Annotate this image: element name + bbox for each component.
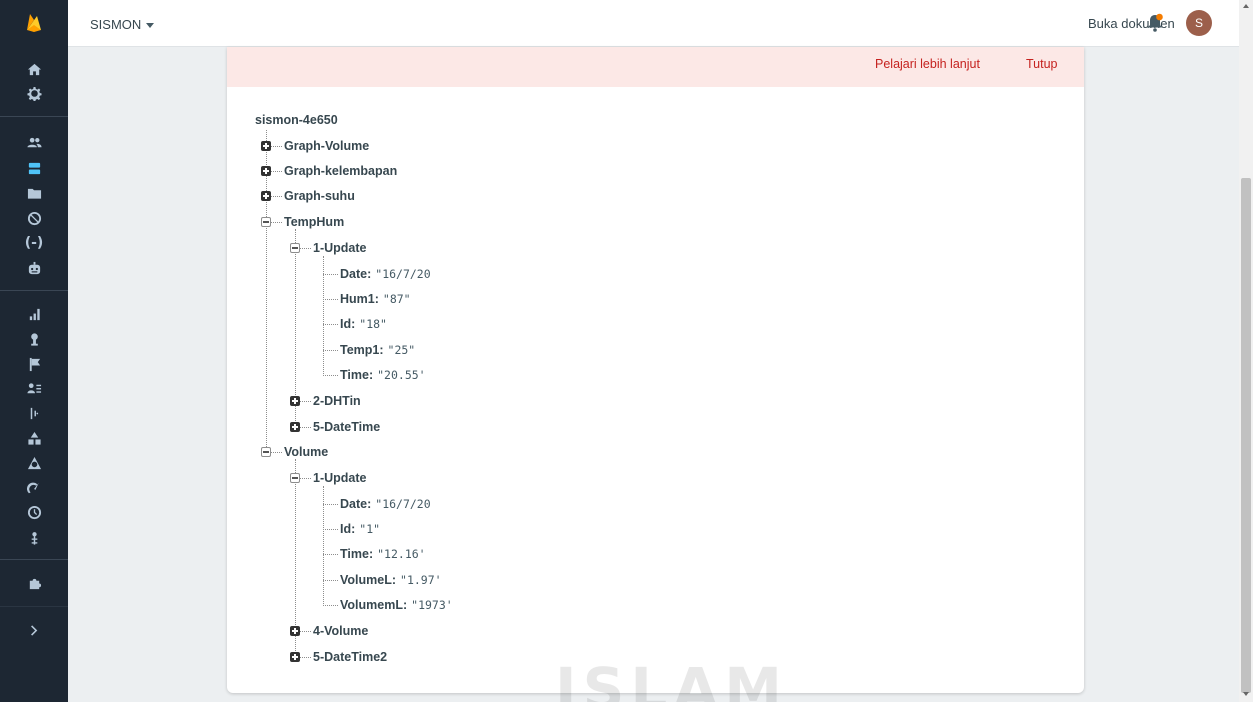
tree-node-temphum[interactable]: TempHum [284, 214, 344, 230]
learn-more-link[interactable]: Pelajari lebih lanjut [875, 57, 980, 71]
expand-graph-suhu-icon[interactable] [261, 191, 271, 201]
notification-bell-icon[interactable] [1146, 13, 1164, 33]
home-icon[interactable] [0, 58, 68, 80]
expand-4-volume-icon[interactable] [290, 626, 300, 636]
tree-leaf-time[interactable]: Time: "20.55' [340, 367, 426, 383]
hosting-icon[interactable] [0, 207, 68, 229]
collapse-volume-icon[interactable] [261, 447, 271, 457]
tree-leaf-volumel[interactable]: VolumeL: "1.97' [340, 572, 442, 588]
watermark: ISLAM [555, 655, 788, 702]
chevron-down-icon [146, 23, 155, 28]
settings-icon[interactable] [0, 82, 68, 104]
avatar[interactable]: S [1186, 10, 1212, 36]
expand-datetime-icon[interactable] [290, 422, 300, 432]
collapse-volume-update-icon[interactable] [290, 473, 300, 483]
firebase-icon [27, 14, 41, 32]
tree-leaf-id[interactable]: Id: "18" [340, 316, 387, 332]
tree-node-volume-update[interactable]: 1-Update [313, 470, 366, 486]
tree-node-graph-suhu[interactable]: Graph-suhu [284, 188, 355, 204]
scroll-down-arrow-icon[interactable] [1243, 692, 1249, 696]
expand-icon[interactable] [0, 619, 68, 641]
collapse-temphum-icon[interactable] [261, 217, 271, 227]
tree-leaf-temp1[interactable]: Temp1: "25" [340, 342, 415, 358]
tree-node-volume[interactable]: Volume [284, 444, 328, 460]
analytics-icon[interactable] [0, 303, 68, 325]
ab-testing-icon[interactable] [0, 353, 68, 375]
crashlytics-icon[interactable] [0, 452, 68, 474]
predictions-icon[interactable] [0, 328, 68, 350]
dynamic-links-icon[interactable] [0, 427, 68, 449]
collapse-temphum-update-icon[interactable] [290, 243, 300, 253]
tree-root: sismon-4e650 [255, 113, 338, 127]
warning-banner: Pelajari lebih lanjut Tutup [227, 47, 1084, 87]
extensions-icon[interactable] [0, 572, 68, 594]
storage-icon[interactable] [0, 182, 68, 204]
ml-icon[interactable] [0, 257, 68, 279]
tree-leaf-date[interactable]: Date: "16/7/20 [340, 266, 431, 282]
users-icon[interactable] [0, 131, 68, 153]
scrollbar[interactable] [1239, 0, 1253, 702]
top-bar: SISMON Buka dokumen S [68, 0, 1239, 47]
remote-config-icon[interactable] [0, 402, 68, 424]
tree-node-4-volume[interactable]: 4-Volume [313, 623, 368, 639]
functions-icon[interactable]: (-) [0, 232, 68, 254]
expand-graph-kelembapan-icon[interactable] [261, 166, 271, 176]
expand-graph-volume-icon[interactable] [261, 141, 271, 151]
tree-leaf-volume-time[interactable]: Time: "12.16' [340, 546, 426, 562]
tree-leaf-volumeml[interactable]: VolumemL: "1973' [340, 597, 453, 613]
tree-leaf-volume-id[interactable]: Id: "1" [340, 521, 380, 537]
project-selector[interactable]: SISMON [90, 17, 155, 32]
scrollbar-thumb[interactable] [1241, 178, 1251, 693]
database-icon[interactable] [0, 157, 68, 179]
tree-node-temphum-update[interactable]: 1-Update [313, 240, 366, 256]
expand-dhtin-icon[interactable] [290, 396, 300, 406]
firebase-logo[interactable] [0, 0, 68, 44]
project-name: SISMON [90, 17, 142, 32]
cloud-messaging-icon[interactable] [0, 377, 68, 399]
tree-node-dhtin[interactable]: 2-DHTin [313, 393, 361, 409]
tree-leaf-hum1[interactable]: Hum1: "87" [340, 291, 411, 307]
tree-node-datetime[interactable]: 5-DateTime [313, 419, 380, 435]
sidebar-nav: (-) [0, 0, 68, 702]
close-banner-button[interactable]: Tutup [1026, 57, 1058, 71]
expand-datetime2-icon[interactable] [290, 652, 300, 662]
app-distribution-icon[interactable] [0, 527, 68, 549]
performance-icon[interactable] [0, 477, 68, 499]
scroll-up-arrow-icon[interactable] [1243, 4, 1249, 8]
tree-leaf-volume-date[interactable]: Date: "16/7/20 [340, 496, 431, 512]
tree-node-graph-kelembapan[interactable]: Graph-kelembapan [284, 163, 397, 179]
tree-node-graph-volume[interactable]: Graph-Volume [284, 138, 369, 154]
tree-node-datetime2[interactable]: 5-DateTime2 [313, 649, 387, 665]
test-lab-icon[interactable] [0, 501, 68, 523]
